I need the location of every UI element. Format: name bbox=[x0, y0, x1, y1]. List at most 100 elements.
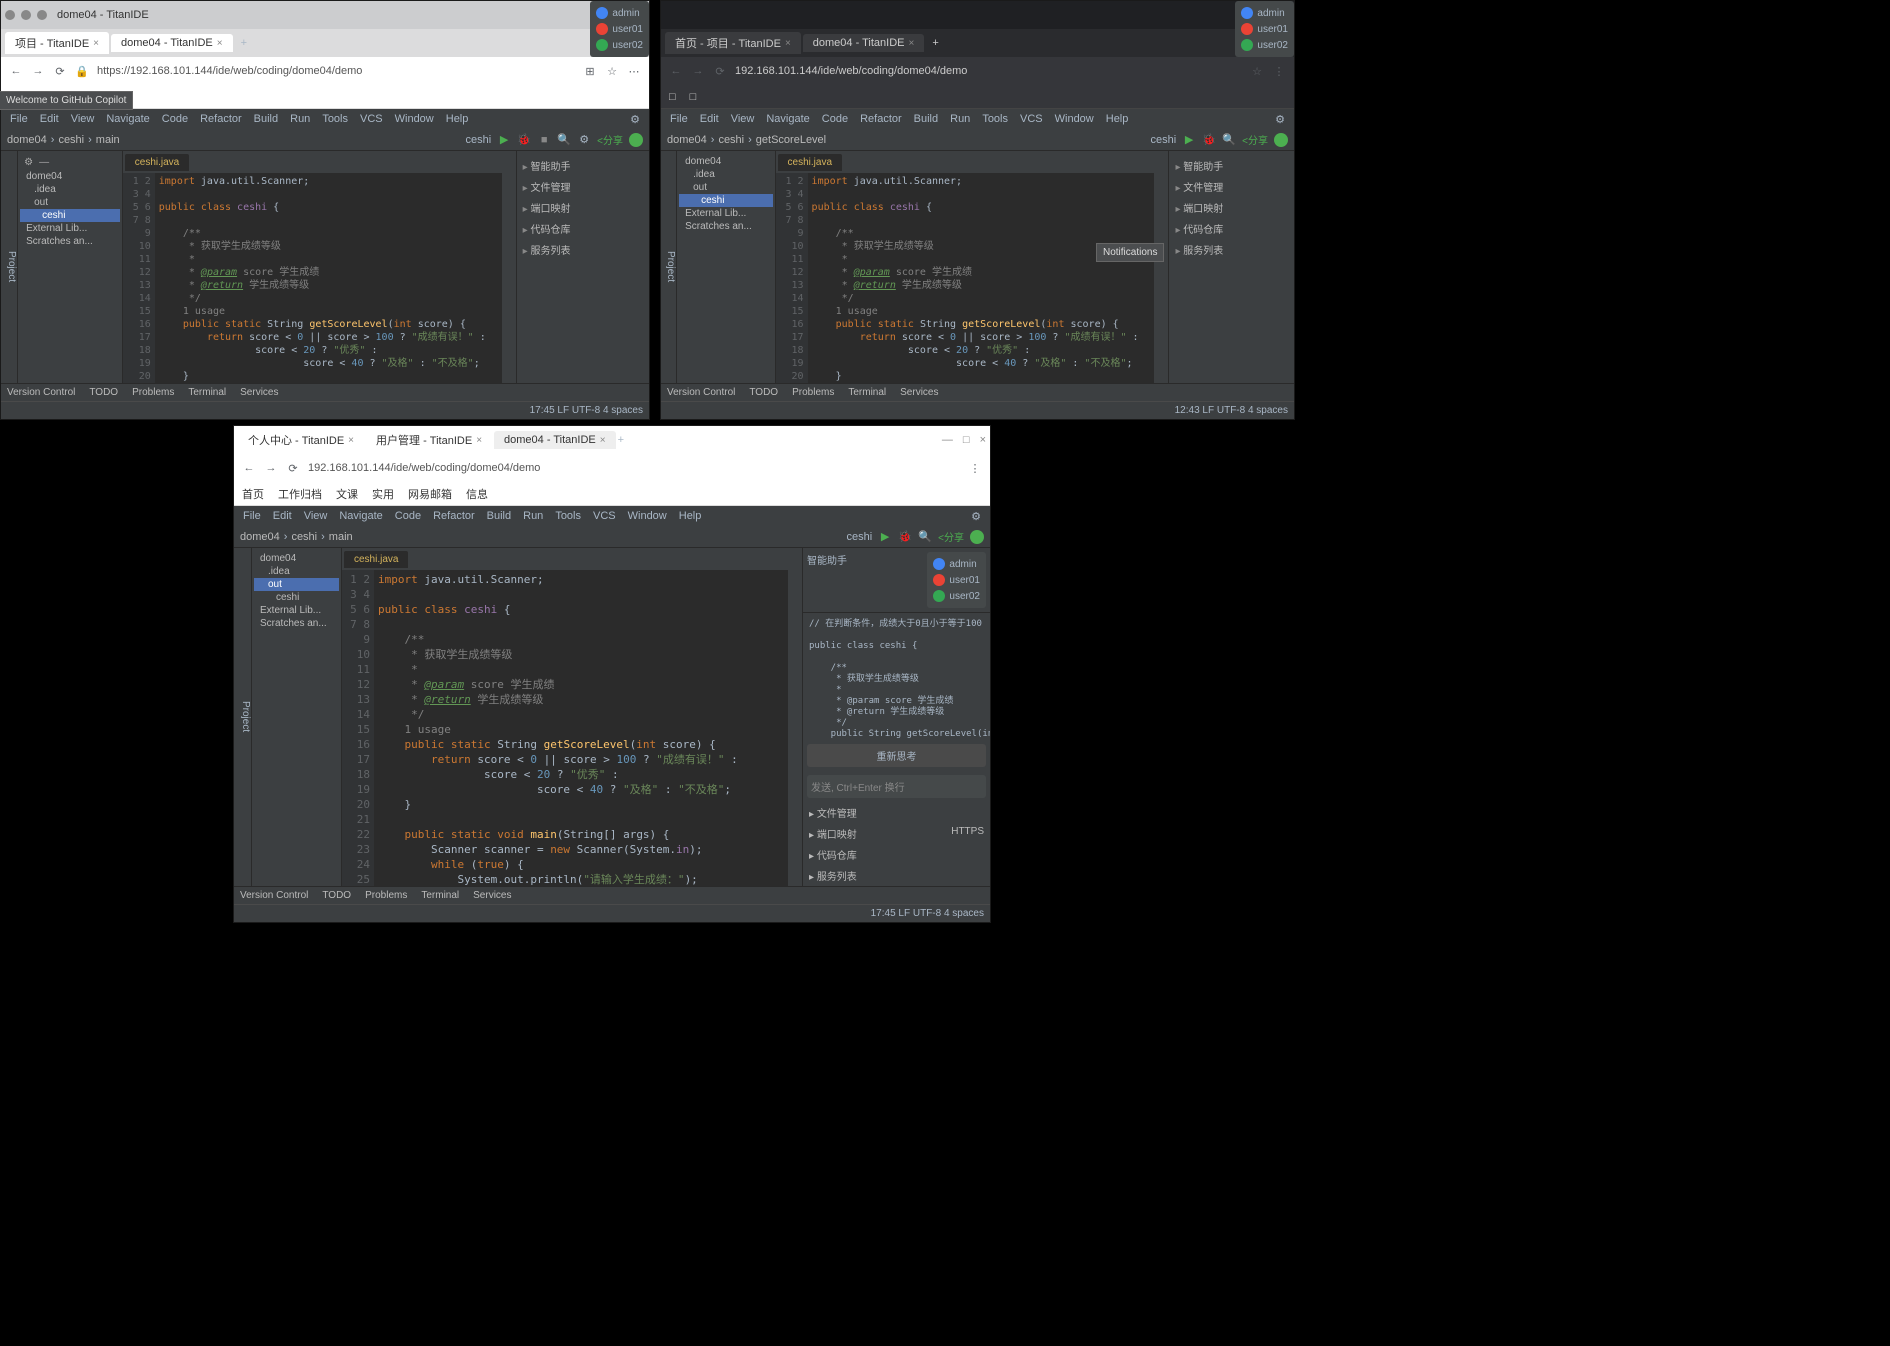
tree-item[interactable]: .idea bbox=[20, 183, 120, 196]
menu-build[interactable]: Build bbox=[249, 111, 283, 127]
url-bar: ← → ⟳ 192.168.101.144/ide/web/coding/dom… bbox=[661, 57, 1294, 85]
star-icon[interactable]: ☆ bbox=[1250, 65, 1264, 78]
star-icon[interactable]: ☆ bbox=[605, 65, 619, 78]
menu-icon[interactable]: ⋯ bbox=[627, 65, 641, 78]
side-item[interactable]: 服务列表 bbox=[521, 239, 645, 260]
menu-refactor[interactable]: Refactor bbox=[195, 111, 247, 127]
extensions-icon[interactable]: ⊞ bbox=[583, 65, 597, 78]
run-config[interactable]: ceshi bbox=[465, 134, 491, 146]
bottom-toolbar: Version Control TODO Problems Terminal S… bbox=[1, 383, 649, 401]
debug-icon[interactable]: 🐞 bbox=[1202, 133, 1216, 147]
browser-tab[interactable]: dome04 - TitanIDE× bbox=[111, 34, 233, 52]
menu-file[interactable]: File bbox=[5, 111, 33, 127]
run-icon[interactable]: ▶ bbox=[1182, 133, 1196, 147]
gear-icon[interactable]: ⚙ bbox=[577, 133, 591, 147]
code-editor[interactable]: 1 2 3 4 5 6 7 8 9 10 11 12 13 14 15 16 1… bbox=[776, 173, 1169, 383]
window-3: 个人中心 - TitanIDE× 用户管理 - TitanIDE× dome04… bbox=[233, 425, 991, 923]
search-icon[interactable]: 🔍 bbox=[1222, 133, 1236, 147]
debug-icon[interactable]: 🐞 bbox=[517, 133, 531, 147]
close-icon[interactable]: × bbox=[980, 434, 986, 446]
menu-window[interactable]: Window bbox=[390, 111, 439, 127]
url-bar: ← → ⟳ 192.168.101.144/ide/web/coding/dom… bbox=[234, 454, 990, 482]
side-item[interactable]: 端口映射 bbox=[521, 197, 645, 218]
right-panel: admin user01 user02 智能助手 文件管理 端口映射 代码仓库 … bbox=[516, 151, 649, 383]
side-item[interactable]: 代码仓库 bbox=[521, 218, 645, 239]
reload-icon[interactable]: ⟳ bbox=[53, 65, 67, 78]
browser-tab[interactable]: 个人中心 - TitanIDE× bbox=[238, 429, 364, 451]
back-icon[interactable]: ← bbox=[669, 65, 683, 77]
search-icon[interactable]: 🔍 bbox=[557, 133, 571, 147]
left-gutter[interactable]: Project bbox=[1, 151, 18, 383]
code-editor[interactable]: 1 2 3 4 5 6 7 8 9 10 11 12 13 14 15 16 1… bbox=[123, 173, 516, 383]
bottom-todo[interactable]: TODO bbox=[89, 387, 118, 398]
tree-root[interactable]: dome04 bbox=[20, 170, 120, 183]
gear-icon[interactable]: ⚙ bbox=[625, 111, 645, 128]
menu-icon[interactable]: ⋮ bbox=[968, 462, 982, 475]
os-titlebar: dome04 - TitanIDE bbox=[1, 1, 649, 29]
code-editor[interactable]: 1 2 3 4 5 6 7 8 9 10 11 12 13 14 15 16 1… bbox=[342, 570, 802, 886]
bookmark[interactable]: □ bbox=[690, 91, 697, 103]
reload-icon[interactable]: ⟳ bbox=[713, 65, 727, 78]
menu-run[interactable]: Run bbox=[285, 111, 315, 127]
tree-item-selected[interactable]: ceshi bbox=[20, 209, 120, 222]
browser-tab[interactable]: 项目 - TitanIDE× bbox=[5, 32, 109, 54]
gear-icon[interactable]: ⚙ bbox=[1270, 111, 1290, 128]
tree-settings-icon[interactable]: ⚙ bbox=[24, 157, 33, 168]
close-icon[interactable]: × bbox=[93, 38, 99, 49]
run-icon[interactable]: ▶ bbox=[878, 530, 892, 544]
browser-tab[interactable]: 用户管理 - TitanIDE× bbox=[366, 429, 492, 451]
bookmarks-bar: 首页 工作归档 文课 实用 网易邮箱 信息 bbox=[234, 482, 990, 506]
forward-icon[interactable]: → bbox=[691, 65, 705, 77]
tree-item[interactable]: Scratches an... bbox=[20, 235, 120, 248]
menu-view[interactable]: View bbox=[66, 111, 100, 127]
bottom-terminal[interactable]: Terminal bbox=[188, 387, 226, 398]
bottom-vcs[interactable]: Version Control bbox=[7, 387, 75, 398]
new-tab-button[interactable]: + bbox=[618, 434, 624, 446]
ide-menubar: File Edit View Navigate Code Refactor Bu… bbox=[1, 109, 649, 129]
run-icon[interactable]: ▶ bbox=[497, 133, 511, 147]
menu-vcs[interactable]: VCS bbox=[355, 111, 388, 127]
regenerate-button[interactable]: 重新思考 bbox=[807, 744, 986, 767]
code-content[interactable]: import java.util.Scanner; public class c… bbox=[155, 173, 502, 383]
breadcrumb: dome04› ceshi› main bbox=[7, 134, 120, 146]
share-button[interactable]: <分享 bbox=[597, 132, 623, 147]
right-gutter bbox=[502, 173, 516, 383]
side-item[interactable]: 文件管理 bbox=[521, 176, 645, 197]
menu-tools[interactable]: Tools bbox=[317, 111, 353, 127]
menu-help[interactable]: Help bbox=[441, 111, 474, 127]
menu-code[interactable]: Code bbox=[157, 111, 193, 127]
browser-tab[interactable]: dome04 - TitanIDE× bbox=[803, 34, 925, 52]
debug-icon[interactable]: 🐞 bbox=[898, 530, 912, 544]
bottom-problems[interactable]: Problems bbox=[132, 387, 174, 398]
stop-icon[interactable]: ■ bbox=[537, 133, 551, 147]
chat-input[interactable]: 发送, Ctrl+Enter 换行 bbox=[807, 775, 986, 798]
tree-item[interactable]: External Lib... bbox=[20, 222, 120, 235]
back-icon[interactable]: ← bbox=[9, 65, 23, 77]
side-item[interactable]: 智能助手 bbox=[521, 155, 645, 176]
maximize-icon[interactable]: □ bbox=[963, 434, 970, 446]
url-input[interactable]: https://192.168.101.144/ide/web/coding/d… bbox=[97, 65, 575, 77]
reload-icon[interactable]: ⟳ bbox=[286, 462, 300, 475]
browser-tab[interactable]: dome04 - TitanIDE× bbox=[494, 431, 616, 449]
menu-navigate[interactable]: Navigate bbox=[101, 111, 154, 127]
gear-icon[interactable]: ⚙ bbox=[966, 508, 986, 525]
close-icon[interactable]: × bbox=[217, 38, 223, 49]
avatar[interactable] bbox=[629, 133, 643, 147]
back-icon[interactable]: ← bbox=[242, 462, 256, 474]
bookmark[interactable]: □ bbox=[669, 91, 676, 103]
menu-icon[interactable]: ⋮ bbox=[1272, 65, 1286, 78]
browser-tab[interactable]: 首页 - 项目 - TitanIDE× bbox=[665, 32, 801, 54]
new-tab-button[interactable]: + bbox=[926, 37, 944, 49]
search-icon[interactable]: 🔍 bbox=[918, 530, 932, 544]
minimize-icon[interactable]: — bbox=[942, 434, 953, 446]
tree-item[interactable]: out bbox=[20, 196, 120, 209]
editor-tab[interactable]: ceshi.java bbox=[125, 154, 189, 171]
ide-toolbar: dome04› ceshi› getScoreLevel ceshi ▶ 🐞 🔍… bbox=[661, 129, 1294, 151]
bottom-services[interactable]: Services bbox=[240, 387, 278, 398]
menu-edit[interactable]: Edit bbox=[35, 111, 64, 127]
browser-tabbar: 项目 - TitanIDE× dome04 - TitanIDE× + bbox=[1, 29, 649, 57]
forward-icon[interactable]: → bbox=[264, 462, 278, 474]
url-input[interactable]: 192.168.101.144/ide/web/coding/dome04/de… bbox=[735, 65, 1242, 77]
forward-icon[interactable]: → bbox=[31, 65, 45, 77]
new-tab-button[interactable]: + bbox=[235, 37, 253, 49]
